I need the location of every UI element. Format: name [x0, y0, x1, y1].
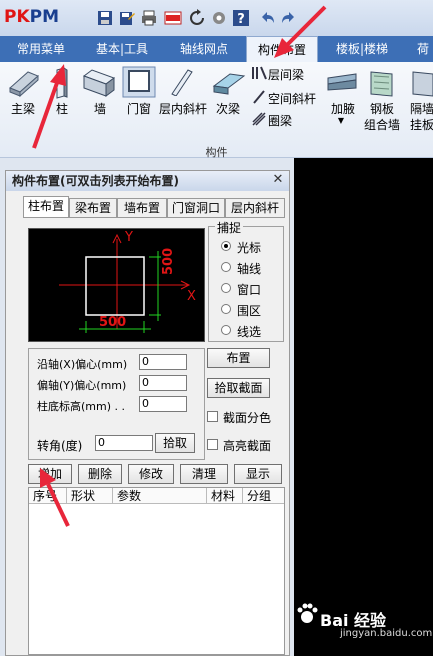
checkbox-box [207, 411, 218, 422]
width-dimension: 500 [99, 315, 127, 330]
tab-door-window-opening[interactable]: 门窗洞口 [167, 198, 225, 218]
show-button[interactable]: 显示 [234, 464, 282, 484]
annotation-arrow-tab [274, 5, 327, 58]
door-window-button[interactable]: 门窗 [122, 100, 156, 117]
x-offset-input[interactable]: 0 [139, 354, 187, 370]
steel-slab-icon[interactable] [368, 68, 396, 98]
ring-beam-icon [252, 112, 266, 126]
haunch-dropdown-icon[interactable]: ▼ [336, 116, 346, 125]
col-material-header[interactable]: 材料 [207, 488, 243, 504]
section-preview: Y X 500 500 [28, 228, 205, 342]
panel-title: 构件布置(可双击列表开始布置) [6, 171, 289, 191]
app-logo: PKPM [4, 7, 60, 27]
y-offset-input[interactable]: 0 [139, 375, 187, 391]
brace-icon[interactable] [168, 68, 194, 96]
delete-button[interactable]: 删除 [78, 464, 122, 484]
x-offset-label: 沿轴(X)偏心(mm) [37, 358, 128, 371]
snap-axis-radio[interactable]: 轴线 [221, 260, 281, 276]
base-elevation-label: 柱底标高(mm) . . [37, 400, 125, 413]
radio-dot-icon [221, 304, 231, 314]
space-brace-button[interactable]: 空间斜杆 [268, 90, 320, 107]
secondary-beam-button[interactable]: 次梁 [214, 100, 242, 117]
export-pdf-icon[interactable] [164, 9, 182, 27]
section-color-checkbox[interactable]: 截面分色 [207, 409, 287, 425]
radio-dot-icon [221, 241, 231, 251]
tab-slab-stairs[interactable]: 楼板|楼梯 [326, 36, 398, 62]
steel-slab-button[interactable]: 钢板 [366, 100, 398, 117]
tab-common-menu[interactable]: 常用菜单 [8, 36, 74, 62]
radio-dot-icon [221, 325, 231, 335]
modify-button[interactable]: 修改 [128, 464, 174, 484]
snap-fence-radio[interactable]: 围区 [221, 302, 281, 318]
col-params-header[interactable]: 参数 [113, 488, 207, 504]
base-elevation-input[interactable]: 0 [139, 396, 187, 412]
col-group-header[interactable]: 分组 [243, 488, 284, 504]
tab-axis-grid[interactable]: 轴线网点 [168, 36, 240, 62]
ribbon-tab-bar: 常用菜单 基本|工具 轴线网点 构件布置 楼板|楼梯 荷 [0, 36, 433, 62]
snap-group: 捕捉 光标 轴线 窗口 围区 线选 [208, 219, 284, 342]
print-icon[interactable] [140, 9, 158, 27]
offset-params-group: 沿轴(X)偏心(mm) 0 偏轴(Y)偏心(mm) 0 柱底标高(mm) . .… [28, 348, 205, 460]
tab-interlayer-brace[interactable]: 层内斜杆 [225, 198, 285, 218]
wall-icon[interactable] [82, 68, 116, 98]
axis-x-label: X [187, 289, 196, 304]
place-button[interactable]: 布置 [207, 348, 270, 368]
brace-button[interactable]: 层内斜杆 [158, 100, 208, 117]
drawing-canvas[interactable] [294, 158, 433, 656]
title-bar: PKPM ? [0, 0, 433, 36]
paw-icon [297, 603, 318, 623]
angle-input[interactable]: 0 [95, 435, 153, 451]
wall-button[interactable]: 墙 [90, 100, 110, 117]
pick-angle-button[interactable]: 拾取 [155, 433, 195, 453]
save-icon[interactable] [96, 9, 114, 27]
close-icon[interactable]: ✕ [271, 173, 285, 187]
hanging-panel-label[interactable]: 挂板 [410, 116, 433, 133]
tab-underline [23, 217, 285, 218]
radio-dot-icon [221, 262, 231, 272]
angle-label: 转角(度) [37, 439, 83, 453]
tab-column-layout[interactable]: 柱布置 [23, 196, 69, 218]
help-icon[interactable]: ? [232, 9, 250, 27]
snap-line-select-radio[interactable]: 线选 [221, 323, 281, 339]
interstory-beam-button[interactable]: 层间梁 [268, 66, 308, 83]
snap-window-radio[interactable]: 窗口 [221, 281, 281, 297]
tab-wall-layout[interactable]: 墙布置 [117, 198, 167, 218]
pick-section-button[interactable]: 拾取截面 [207, 378, 270, 398]
annotation-arrow-add [40, 468, 70, 527]
radio-dot-icon [221, 283, 231, 293]
composite-wall-label[interactable]: 组合墙 [360, 116, 404, 133]
partition-icon[interactable] [410, 68, 433, 98]
refresh-icon[interactable] [188, 9, 206, 27]
snap-cursor-radio[interactable]: 光标 [221, 239, 281, 255]
space-brace-icon [253, 90, 265, 104]
save-as-icon[interactable] [118, 9, 136, 27]
snap-legend: 捕捉 [215, 219, 244, 236]
highlight-section-checkbox[interactable]: 高亮截面 [207, 437, 287, 453]
interstory-beam-icon [252, 66, 267, 80]
partition-button[interactable]: 隔墙 [410, 100, 433, 117]
haunch-button[interactable]: 加腋 [326, 100, 360, 117]
watermark: Bai 经验 jingyan.baidu.com [292, 595, 432, 645]
annotation-arrow-column [32, 64, 66, 149]
clear-button[interactable]: 清理 [180, 464, 228, 484]
component-layout-panel: 构件布置(可双击列表开始布置) ✕ 柱布置 梁布置 墙布置 门窗洞口 层内斜杆 … [5, 170, 290, 656]
height-dimension: 500 [161, 247, 176, 275]
y-offset-label: 偏轴(Y)偏心(mm) [37, 379, 127, 392]
checkbox-box [207, 439, 218, 450]
tab-beam-layout[interactable]: 梁布置 [69, 198, 117, 218]
door-window-icon[interactable] [122, 66, 156, 98]
tab-basic-tools[interactable]: 基本|工具 [86, 36, 158, 62]
watermark-site: jingyan.baidu.com [340, 628, 433, 639]
tab-load[interactable]: 荷 [408, 36, 433, 62]
ring-beam-button[interactable]: 圈梁 [268, 112, 298, 129]
axis-y-label: Y [125, 230, 133, 245]
settings-icon[interactable] [210, 9, 228, 27]
svg-text:?: ? [237, 12, 245, 27]
secondary-beam-icon[interactable] [212, 68, 246, 98]
haunch-icon[interactable] [326, 70, 358, 94]
